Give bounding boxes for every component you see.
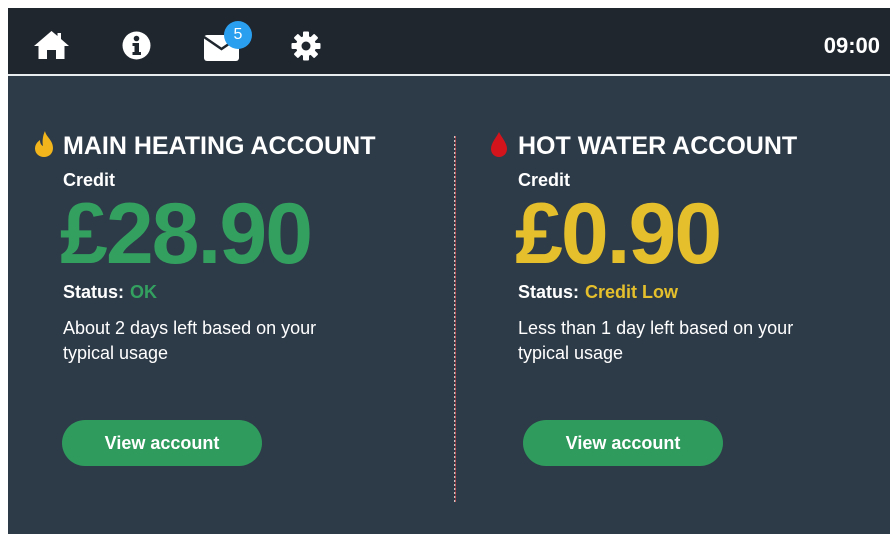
status-label: Status: bbox=[518, 282, 580, 302]
hot-water-account-panel: HOT WATER ACCOUNT Credit £0.90 Status: Cr… bbox=[488, 118, 888, 498]
status-line: Status: OK bbox=[63, 280, 157, 304]
clock-time: 09:00 bbox=[823, 33, 880, 58]
account-title: HOT WATER ACCOUNT bbox=[518, 132, 798, 160]
panel-divider-line bbox=[455, 136, 456, 502]
view-heating-account-button[interactable]: View account bbox=[62, 420, 262, 466]
home-icon[interactable] bbox=[33, 29, 70, 61]
status-value: OK bbox=[130, 282, 158, 302]
info-icon[interactable] bbox=[122, 31, 151, 60]
main-heating-account-panel: MAIN HEATING ACCOUNT Credit £28.90 Statu… bbox=[33, 118, 433, 498]
status-value: Credit Low bbox=[585, 282, 679, 302]
thermostat-screen: 5 09:00 MAIN HEATING ACCOUNT Credit £28.… bbox=[8, 8, 890, 534]
status-line: Status: Credit Low bbox=[518, 280, 678, 304]
status-label: Status: bbox=[63, 282, 125, 302]
top-bar: 5 09:00 bbox=[8, 8, 890, 76]
gear-icon[interactable] bbox=[291, 31, 321, 61]
credit-amount: £28.90 bbox=[60, 186, 313, 282]
usage-description: Less than 1 day left based on your typic… bbox=[518, 318, 794, 363]
flame-icon bbox=[35, 131, 53, 157]
account-title: MAIN HEATING ACCOUNT bbox=[63, 132, 376, 160]
view-hot-water-account-button[interactable]: View account bbox=[523, 420, 723, 466]
water-drop-icon bbox=[491, 132, 507, 157]
notification-badge[interactable]: 5 bbox=[224, 21, 252, 49]
credit-amount: £0.90 bbox=[515, 186, 722, 282]
usage-description: About 2 days left based on your typical … bbox=[63, 318, 317, 363]
